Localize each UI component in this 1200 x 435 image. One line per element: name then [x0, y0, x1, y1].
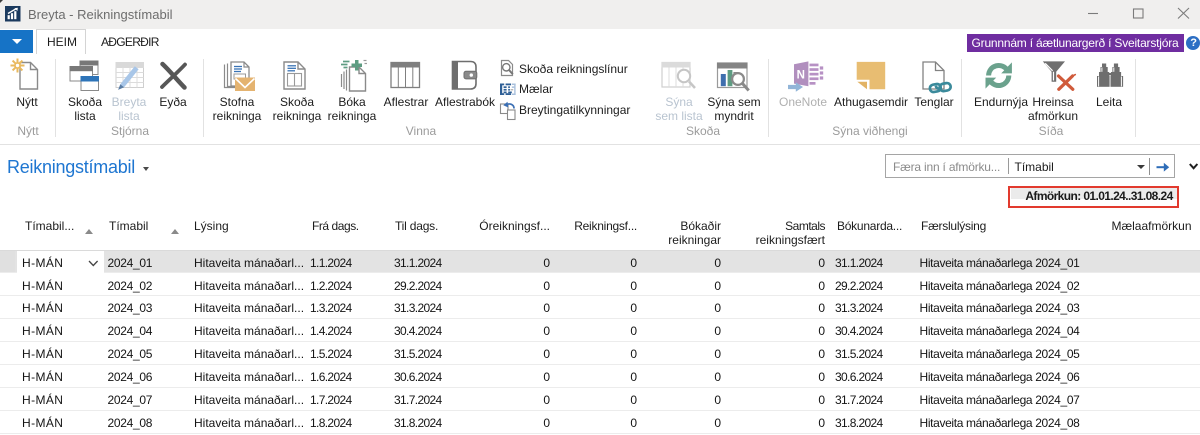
svg-text:N: N: [797, 70, 805, 82]
